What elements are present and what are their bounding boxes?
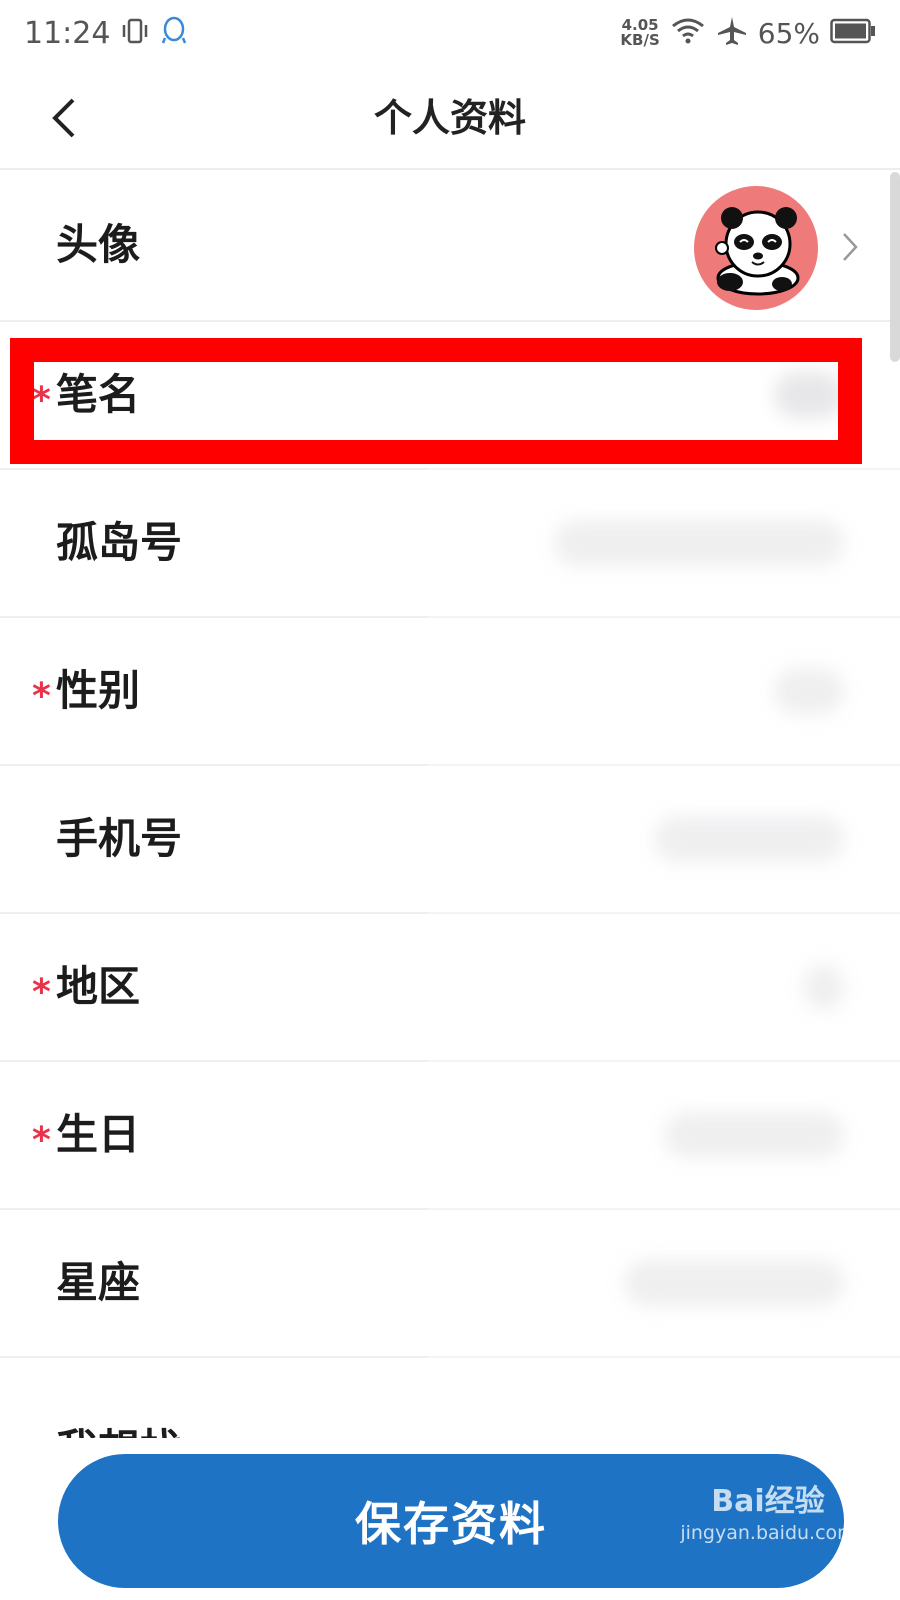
net-speed-unit: KB/S	[620, 31, 660, 49]
battery-percent: 65%	[757, 16, 820, 50]
row-phone[interactable]: 手机号	[0, 766, 900, 914]
qq-icon	[160, 16, 188, 50]
row-value-blurred	[774, 668, 844, 714]
row-gender[interactable]: * 性别	[0, 618, 900, 766]
row-region[interactable]: * 地区	[0, 914, 900, 1062]
row-label-pen-name: 笔名	[56, 370, 141, 419]
row-label-gender: 性别	[56, 666, 141, 715]
bottom-bar: 保存资料 Bai经验 jingyan.baidu.com	[0, 1438, 900, 1600]
page-title: 个人资料	[373, 96, 526, 140]
row-pen-name[interactable]: * 笔名	[0, 322, 900, 470]
row-constellation[interactable]: 星座	[0, 1210, 900, 1358]
row-label-constellation: 星座	[56, 1258, 141, 1307]
required-marker: *	[32, 972, 51, 1013]
row-value-blurred	[554, 520, 844, 566]
row-label-avatar: 头像	[56, 220, 141, 269]
row-label-region: 地区	[56, 962, 141, 1011]
scrollbar[interactable]	[890, 172, 900, 362]
row-label-looking-for: 我想找	[56, 1416, 182, 1438]
nav-bar: 个人资料	[0, 66, 900, 170]
row-label-island-id: 孤岛号	[56, 518, 183, 567]
row-value-blurred	[804, 964, 844, 1010]
profile-field-list: 头像 * 笔名 孤岛号 * 性别 手机号 * 地区 * 生日 星座	[0, 172, 900, 1358]
row-label-phone: 手机号	[56, 814, 183, 863]
row-avatar[interactable]: 头像	[0, 172, 900, 322]
required-marker: *	[32, 380, 51, 421]
net-speed: 4.05 KB/S	[620, 18, 659, 48]
row-looking-for[interactable]: 我想找	[0, 1380, 900, 1438]
row-label-birthday: 生日	[56, 1110, 141, 1159]
vibrate-icon	[120, 16, 150, 50]
avatar[interactable]	[694, 186, 818, 310]
panda-avatar-icon	[715, 207, 800, 296]
wifi-icon	[670, 16, 706, 50]
chevron-right-icon	[843, 233, 858, 261]
status-right: 4.05 KB/S 65%	[620, 15, 876, 51]
row-birthday[interactable]: * 生日	[0, 1062, 900, 1210]
required-marker: *	[32, 676, 51, 717]
airplane-icon	[716, 15, 748, 51]
status-time: 11:24	[24, 15, 111, 51]
row-value-blurred	[654, 816, 844, 862]
chevron-left-icon	[52, 98, 75, 138]
battery-icon	[830, 18, 876, 48]
row-value-blurred	[774, 372, 844, 418]
row-value-blurred	[664, 1112, 844, 1158]
required-marker: *	[32, 1120, 51, 1161]
row-island-id[interactable]: 孤岛号	[0, 470, 900, 618]
row-value-blurred	[624, 1260, 844, 1306]
save-profile-button[interactable]: 保存资料	[58, 1454, 844, 1588]
status-bar: 11:24 4.05 KB/S 65%	[0, 0, 900, 66]
status-left: 11:24	[24, 16, 188, 51]
back-button[interactable]	[36, 90, 92, 146]
